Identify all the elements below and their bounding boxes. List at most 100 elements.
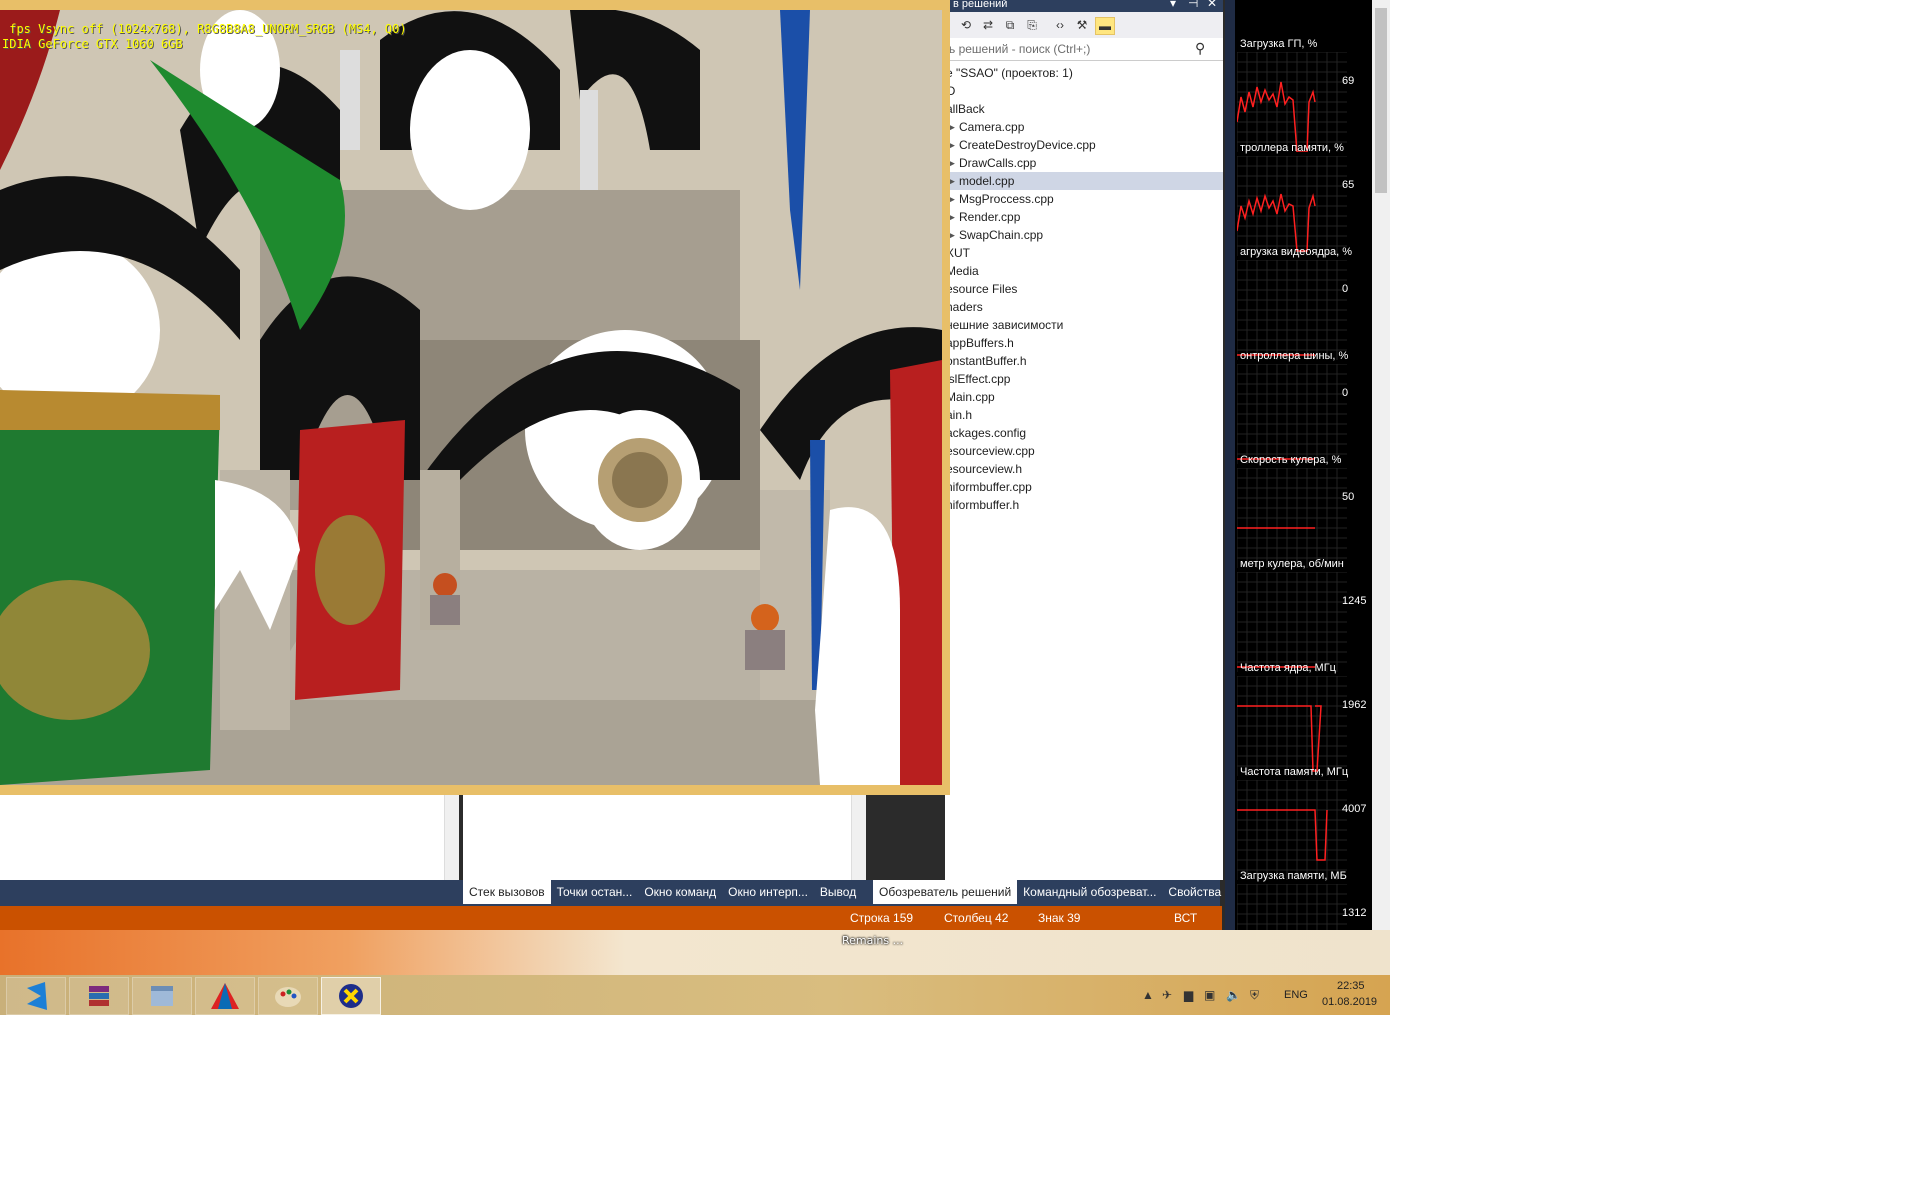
- tab-properties[interactable]: Свойства: [1162, 880, 1227, 904]
- tray-app-icon[interactable]: ▆: [1184, 988, 1193, 1002]
- call-stack-panel[interactable]: [463, 790, 865, 880]
- clock-date[interactable]: 01.08.2019: [1322, 996, 1377, 1008]
- solution-tree-item-label: esourceview.h: [946, 462, 1023, 476]
- pin-icon[interactable]: ⊣: [1188, 0, 1198, 9]
- gpu-sensor-label: Скорость кулера, %: [1240, 454, 1342, 466]
- visual-studio-code-icon[interactable]: [6, 977, 66, 1015]
- desktop-item-label[interactable]: Remains ...: [842, 934, 903, 947]
- solution-tree-item[interactable]: O: [945, 82, 1223, 100]
- search-icon[interactable]: ⚲: [1195, 40, 1205, 57]
- solution-tree-item[interactable]: ▶ model.cpp: [945, 172, 1223, 190]
- solution-tree-item[interactable]: lslEffect.cpp: [945, 370, 1223, 388]
- solution-tree-item-label: Render.cpp: [959, 210, 1021, 224]
- solution-tree-item[interactable]: esourceview.h: [945, 460, 1223, 478]
- tab-call-stack[interactable]: Стек вызовов: [463, 880, 551, 904]
- shield-icon[interactable]: ⛨: [1250, 988, 1259, 1003]
- solution-tree-item[interactable]: Media: [945, 262, 1223, 280]
- render-window[interactable]: fps Vsync off (1024x768), R8G8B8A8_UNORM…: [0, 0, 950, 795]
- close-icon[interactable]: ✕: [1207, 0, 1217, 9]
- volume-icon[interactable]: 🔈: [1226, 988, 1241, 1002]
- output-panel[interactable]: [0, 790, 459, 880]
- solution-tree-item-label: Main.cpp: [946, 390, 995, 404]
- clock-time[interactable]: 22:35: [1337, 980, 1365, 992]
- tab-solution-explorer[interactable]: Обозреватель решений: [873, 880, 1018, 904]
- solution-tree: е "SSAO" (проектов: 1) OallBack ▶ Camera.cp…: [945, 64, 1223, 514]
- gpu-sensor-value: 0: [1342, 387, 1349, 399]
- overlay-line-2: IDIA GeForce GTX 1060 6GB: [2, 37, 183, 51]
- dropdown-icon[interactable]: ▾: [1170, 0, 1176, 9]
- solution-tree-item[interactable]: ▶ MsgProccess.cpp: [945, 190, 1223, 208]
- solution-tree-item-label: MsgProccess.cpp: [959, 192, 1054, 206]
- network-tool-icon[interactable]: ✈: [1162, 988, 1172, 1002]
- solution-tree-item-label: Media: [946, 264, 979, 278]
- solution-tree-item[interactable]: ▶ SwapChain.cpp: [945, 226, 1223, 244]
- input-language[interactable]: ENG: [1284, 989, 1308, 1001]
- gpu-sensor-value: 1245: [1342, 595, 1367, 607]
- solution-tree-item-label: lslEffect.cpp: [946, 372, 1011, 386]
- gpu-sensor-value: 0: [1342, 283, 1349, 295]
- solution-tree-item[interactable]: XUT: [945, 244, 1223, 262]
- tab-breakpoints[interactable]: Точки остан...: [551, 880, 639, 904]
- gpu-monitor-scroll-thumb[interactable]: [1375, 8, 1387, 193]
- solution-tree-item[interactable]: esourceview.cpp: [945, 442, 1223, 460]
- solution-tree-item[interactable]: ▶ CreateDestroyDevice.cpp: [945, 136, 1223, 154]
- solution-tree-item-label: нешние зависимости: [946, 318, 1064, 332]
- gpu-sensor-label: метр кулера, об/мин: [1240, 558, 1344, 570]
- file-manager-icon[interactable]: [132, 977, 192, 1015]
- solution-tree-item[interactable]: Main.cpp: [945, 388, 1223, 406]
- solution-tree-item[interactable]: esource Files: [945, 280, 1223, 298]
- show-hidden-icons-icon[interactable]: ▲: [1142, 988, 1154, 1002]
- solution-tree-item[interactable]: appBuffers.h: [945, 334, 1223, 352]
- properties-icon[interactable]: ⚒: [1073, 17, 1091, 33]
- solution-tree-item[interactable]: haders: [945, 298, 1223, 316]
- sponza-scene[interactable]: fps Vsync off (1024x768), R8G8B8A8_UNORM…: [0, 10, 942, 785]
- gpu-sensor-value: 65: [1342, 179, 1355, 191]
- solution-tree-item[interactable]: ▶ DrawCalls.cpp: [945, 154, 1223, 172]
- history-icon[interactable]: ⟲: [957, 17, 975, 33]
- tab-output[interactable]: Вывод: [814, 880, 862, 904]
- solution-tree-item[interactable]: ackages.config: [945, 424, 1223, 442]
- solution-explorer-search[interactable]: ь решений - поиск (Ctrl+;) ⚲: [945, 38, 1223, 61]
- autodesk-icon[interactable]: [195, 977, 255, 1015]
- solution-tree-item-label: appBuffers.h: [946, 336, 1014, 350]
- gpu-monitor-border: [1225, 0, 1235, 970]
- call-stack-scrollbar[interactable]: [851, 790, 866, 880]
- show-all-files-icon[interactable]: ⎘: [1023, 17, 1041, 33]
- status-bar: Строка 159 Столбец 42 Знак 39 ВСТ: [0, 906, 1222, 930]
- solution-tree-item-label: niformbuffer.h: [946, 498, 1020, 512]
- gpu-sensor-value: 1312: [1342, 907, 1367, 919]
- fps-overlay: fps Vsync off (1024x768), R8G8B8A8_UNORM…: [2, 22, 407, 52]
- gpu-sensor-line: [1237, 809, 1328, 861]
- gpu-sensor-value: 69: [1342, 75, 1355, 87]
- solution-tree-item[interactable]: onstantBuffer.h: [945, 352, 1223, 370]
- tab-command-window[interactable]: Окно команд: [638, 880, 722, 904]
- solution-tree-item[interactable]: ▶ Render.cpp: [945, 208, 1223, 226]
- solution-tree-item[interactable]: ▶ Camera.cpp: [945, 118, 1223, 136]
- solution-tree-item-label: onstantBuffer.h: [946, 354, 1027, 368]
- gpu-sensor-graph: [1237, 52, 1347, 152]
- paint-icon[interactable]: [258, 977, 318, 1015]
- tab-team-explorer[interactable]: Командный обозреват...: [1017, 880, 1162, 904]
- collapse-all-icon[interactable]: ⧉: [1001, 17, 1019, 33]
- output-panel-scrollbar[interactable]: [444, 790, 459, 880]
- preview-selected-icon[interactable]: ▬: [1095, 17, 1115, 35]
- sync-icon[interactable]: ⇄: [979, 17, 997, 33]
- view-code-icon[interactable]: ‹›: [1051, 17, 1069, 33]
- solution-tree-item[interactable]: niformbuffer.h: [945, 496, 1223, 514]
- solution-tree-item-label: niformbuffer.cpp: [946, 480, 1032, 494]
- solution-tree-item[interactable]: ain.h: [945, 406, 1223, 424]
- tab-immediate-window[interactable]: Окно интерп...: [722, 880, 814, 904]
- status-insert-mode[interactable]: ВСТ: [1174, 911, 1197, 925]
- winrar-icon[interactable]: [69, 977, 129, 1015]
- desktop-wallpaper: [0, 930, 1390, 975]
- app-x-icon[interactable]: [321, 977, 381, 1015]
- network-icon[interactable]: ▣: [1204, 988, 1215, 1002]
- status-column: Столбец 42: [944, 911, 1009, 925]
- solution-tree-item-label: Camera.cpp: [959, 120, 1025, 134]
- solution-tree-item[interactable]: allBack: [945, 100, 1223, 118]
- solution-tree-item[interactable]: niformbuffer.cpp: [945, 478, 1223, 496]
- solution-explorer: в решений ▾ ⊣ ✕ ⟲ ⇄ ⧉ ⎘ ‹› ⚒ ▬ ь решений…: [945, 0, 1223, 880]
- gpu-sensor-graph: [1237, 260, 1347, 360]
- solution-tree-item[interactable]: е "SSAO" (проектов: 1): [945, 64, 1223, 82]
- solution-tree-item[interactable]: нешние зависимости: [945, 316, 1223, 334]
